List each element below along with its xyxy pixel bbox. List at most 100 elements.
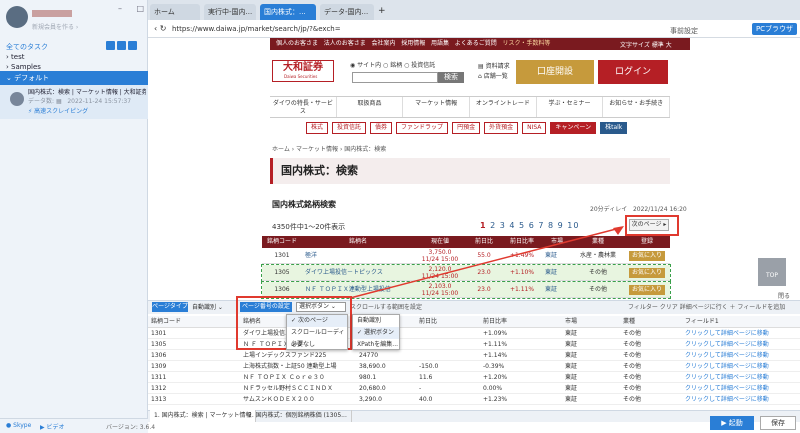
branch-link[interactable]: ⌂ 店舗一覧 (478, 72, 510, 82)
grid-cell[interactable]: クリックして詳細ページに移動 (682, 394, 800, 404)
grid-cell[interactable]: クリックして詳細ページに移動 (682, 328, 800, 338)
grid-cell[interactable]: クリックして詳細ページに移動 (682, 383, 800, 393)
url-field[interactable]: https://www.daiwa.jp/market/search/jp/?&… (172, 25, 341, 33)
skype-link[interactable]: ● Skype (6, 422, 31, 429)
page-link[interactable]: 5 (519, 221, 525, 230)
mainnav-item[interactable]: 取扱商品 (337, 97, 404, 117)
back-icon[interactable]: ‹ ↻ (154, 24, 166, 33)
tab-running[interactable]: 実行中-国内... (204, 4, 256, 20)
grid-cell[interactable]: クリックして詳細ページに移動 (682, 350, 800, 360)
video-link[interactable]: ▶ ビデオ (40, 422, 65, 431)
tab-data[interactable]: データ-国内... (320, 4, 374, 20)
page-type-select[interactable]: 自動識別 ⌄ (192, 302, 223, 311)
risk-link[interactable]: リスク・手数料等 (503, 40, 551, 47)
brochure-link[interactable]: ▤ 資料請求 (478, 62, 510, 72)
cell-market[interactable]: 東証 (542, 282, 572, 297)
mainnav-item[interactable]: 学ぶ・セミナー (537, 97, 604, 117)
open-account-button[interactable]: 口座開設 (516, 60, 594, 84)
site-search-button[interactable]: 検索 (438, 72, 464, 83)
add-task-icon[interactable] (106, 41, 115, 50)
grid-row[interactable]: 1306 上場インデックスファンド225 24770 +1.14% 東証 その他 クリックし… (148, 350, 800, 361)
cell-market[interactable]: 東証 (542, 265, 572, 280)
page-link[interactable]: 3 (500, 221, 506, 230)
subnav-item[interactable]: ファンドラップ (396, 122, 449, 134)
save-button[interactable]: 保存 (760, 416, 796, 430)
page-link[interactable]: 2 (490, 221, 496, 230)
page-link-current[interactable]: 1 (480, 221, 487, 230)
dropdown-option[interactable]: 必要なし (287, 339, 347, 351)
selector-option[interactable]: ✓ 選択ボタン (353, 327, 399, 339)
selector-option[interactable]: XPathを編集... (353, 339, 399, 351)
grid-col[interactable]: 市場 (562, 316, 620, 327)
grid-cell[interactable]: クリックして詳細ページに移動 (682, 339, 800, 349)
site-search-input[interactable] (352, 72, 438, 83)
favorite-button[interactable]: お気に入り (628, 268, 665, 278)
run-button[interactable]: ▶ 起動 (710, 416, 754, 430)
scroll-top-button[interactable]: TOP (758, 258, 786, 286)
grid-col[interactable]: フィールド1 (682, 316, 800, 327)
page-link[interactable]: 7 (538, 221, 544, 230)
grid-col[interactable]: 業種 (620, 316, 682, 327)
grid-row[interactable]: 1311 ＮＦ ＴＯＰＩＸ Ｃｏｒｅ３０ 980.1 11.6 +1.20% 東証 その他 ク… (148, 372, 800, 383)
login-button[interactable]: ログイン (598, 60, 668, 84)
topnav-item[interactable]: 採用情報 (401, 40, 425, 47)
subnav-campaign[interactable]: キャンペーン (550, 122, 597, 134)
topnav-item[interactable]: 法人のお客さま (324, 40, 366, 47)
pc-browser-button[interactable]: PCブラウザ (752, 23, 797, 35)
subnav-item[interactable]: 株式 (306, 122, 329, 134)
grid-row[interactable]: 1309 上海株式指数・上証50 連動型上場 38,690.0 -150.0 -0.39… (148, 361, 800, 372)
subnav-item[interactable]: 外貨預金 (484, 122, 519, 134)
topnav-item[interactable]: よくあるご質問 (455, 40, 497, 47)
step-tab[interactable]: 2. 国内株式：個別銘柄株価 (1305... (244, 410, 352, 422)
tab-active-page[interactable]: 国内株式：... (260, 4, 316, 20)
selector-option[interactable]: 自動識別 (353, 315, 399, 327)
mainnav-item[interactable]: マーケット情報 (403, 97, 471, 117)
subnav-item[interactable]: 投資信託 (332, 122, 367, 134)
dropdown-option[interactable]: ✓ 次のページ (287, 315, 347, 327)
tree-item-default[interactable]: ⌄ デフォルト (0, 71, 148, 85)
cell-market[interactable]: 東証 (542, 248, 572, 263)
tab-home[interactable]: ホーム (150, 4, 200, 20)
grid-col[interactable]: 前日比 (416, 316, 480, 327)
font-size-control[interactable]: 文字サイズ 標準 大 (620, 40, 672, 49)
grid-cell[interactable]: クリックして詳細ページに移動 (682, 372, 800, 382)
account-upgrade-link[interactable]: 新規会員を作る › (32, 22, 78, 31)
mainnav-item[interactable]: ダイワの特長・サービス (270, 97, 337, 117)
page-link[interactable]: 4 (509, 221, 515, 230)
topnav-item[interactable]: 個人のお客さま (276, 40, 318, 47)
subnav-item[interactable]: NISA (522, 122, 547, 134)
grid-row[interactable]: 1313 サムスンＫＯＤＥＸ２００ 3,290.0 40.0 +1.23% 東証 その他 クリ… (148, 394, 800, 405)
import-icon[interactable] (128, 41, 137, 50)
step-tab[interactable]: 1. 国内株式：検索 | マーケット情報 (150, 410, 257, 422)
topnav-item[interactable]: 用語集 (431, 40, 449, 47)
favorite-button[interactable]: お気に入り (628, 285, 665, 295)
grid-col[interactable]: 前日比率 (480, 316, 562, 327)
cell-name[interactable]: ダイワ上場投信－トピックス (302, 265, 414, 280)
breadcrumb[interactable]: ホーム › マーケット情報 › 国内株式：検索 (272, 144, 386, 153)
page-link[interactable]: 9 (558, 221, 564, 230)
scroll-range-button[interactable]: スクロールする範囲を設定 (350, 302, 422, 311)
cell-name[interactable]: 極洋 (302, 248, 414, 263)
dropdown-option[interactable]: スクロールローディング (287, 327, 347, 348)
search-scope-radios[interactable]: ◉ サイト内 ○ 銘柄 ○ 投資信託 (350, 60, 435, 69)
grid-col[interactable]: 銘柄コード (148, 316, 240, 327)
grid-row[interactable]: 1312 ＮＦラッセル野村ＳＣＣＩＮＤＸ 20,680.0 - 0.00% 東証 その他 クリ… (148, 383, 800, 394)
close-chip[interactable]: 閉る (778, 291, 790, 300)
page-settings[interactable]: 事前設定 (670, 26, 698, 36)
mainnav-item[interactable]: オンライントレード (470, 97, 537, 117)
mainnav-item[interactable]: お知らせ・お手続き (603, 97, 671, 117)
subnav-item[interactable]: 円預金 (452, 122, 481, 134)
panel-tools[interactable]: フィルター クリア 詳細ページに行く ＋ フィールドを追加 (628, 302, 785, 311)
grid-cell[interactable]: クリックして詳細ページに移動 (682, 361, 800, 371)
cell-name[interactable]: ＮＦ ＴＯＰＩＸ連動型上場投信 (302, 282, 414, 297)
favorite-button[interactable]: お気に入り (628, 251, 665, 261)
page-link[interactable]: 8 (548, 221, 554, 230)
page-link[interactable]: 10 (567, 221, 579, 230)
new-tab-icon[interactable]: + (378, 6, 386, 16)
subnav-item[interactable]: 債券 (370, 122, 393, 134)
add-folder-icon[interactable] (117, 41, 126, 50)
page-link[interactable]: 6 (529, 221, 535, 230)
topnav-item[interactable]: 会社案内 (372, 40, 396, 47)
subnav-kabutalk[interactable]: 株talk (600, 122, 628, 134)
task-mode-link[interactable]: ⚡ 高速スクレイピング (28, 106, 88, 115)
